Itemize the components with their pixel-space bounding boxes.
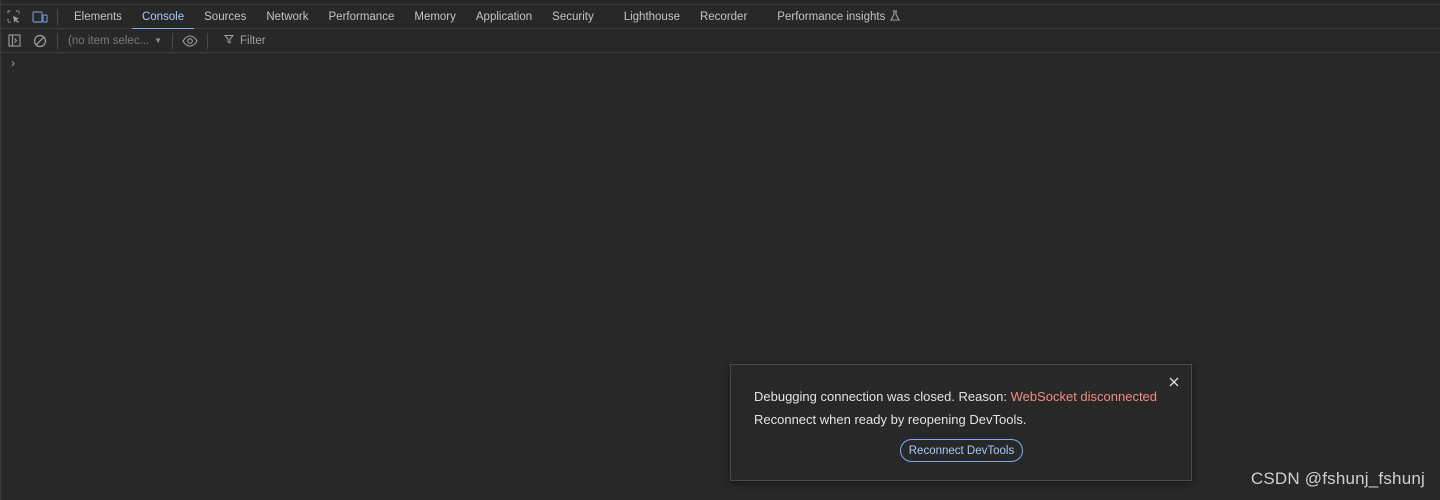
filter-box[interactable] bbox=[216, 31, 1216, 51]
tab-memory[interactable]: Memory bbox=[404, 5, 466, 29]
chevron-down-icon: ▼ bbox=[154, 36, 162, 45]
dialog-reason: WebSocket disconnected bbox=[1010, 389, 1158, 404]
sidebar-toggle-icon[interactable] bbox=[1, 30, 27, 52]
tab-label: Sources bbox=[204, 10, 247, 23]
context-select-value: (no item selec... bbox=[68, 34, 150, 47]
tab-label: Console bbox=[141, 10, 185, 23]
toolbar-separator bbox=[172, 32, 173, 49]
dialog-message-line2: Reconnect when ready by reopening DevToo… bbox=[754, 412, 1027, 427]
device-toolbar-icon[interactable] bbox=[27, 5, 53, 29]
tab-label: Lighthouse bbox=[623, 10, 680, 23]
tab-label: Security bbox=[552, 10, 594, 23]
dialog-message-prefix: Debugging connection was closed. Reason: bbox=[754, 389, 1011, 404]
tab-console[interactable]: Console bbox=[131, 5, 195, 30]
flask-icon bbox=[890, 9, 901, 24]
inspect-element-icon[interactable] bbox=[1, 5, 27, 29]
tab-application[interactable]: Application bbox=[466, 5, 542, 29]
filter-icon bbox=[223, 34, 235, 47]
filter-input[interactable] bbox=[240, 34, 1140, 47]
toolbar-separator bbox=[57, 32, 58, 49]
tab-recorder[interactable]: Recorder bbox=[690, 5, 757, 29]
tab-network[interactable]: Network bbox=[256, 5, 318, 29]
clear-console-icon[interactable] bbox=[27, 30, 53, 52]
tab-label: Memory bbox=[414, 10, 456, 23]
devtools-window: Elements Console Sources Network Perform… bbox=[0, 0, 1440, 500]
connection-closed-dialog: Debugging connection was closed. Reason:… bbox=[730, 364, 1192, 481]
console-prompt[interactable]: › bbox=[11, 56, 15, 70]
tab-sources[interactable]: Sources bbox=[194, 5, 256, 29]
reconnect-devtools-button[interactable]: Reconnect DevTools bbox=[900, 439, 1023, 462]
console-toolbar: (no item selec... ▼ bbox=[1, 29, 1440, 53]
tab-lighthouse[interactable]: Lighthouse bbox=[614, 5, 690, 29]
tab-bar-separator bbox=[57, 8, 58, 25]
tab-performance[interactable]: Performance bbox=[319, 5, 405, 29]
tab-label: Elements bbox=[74, 10, 122, 23]
tab-performance-insights[interactable]: Performance insights bbox=[767, 5, 910, 29]
tab-label: Recorder bbox=[699, 10, 748, 23]
tab-elements[interactable]: Elements bbox=[64, 5, 132, 29]
tab-label: Performance insights bbox=[777, 10, 886, 23]
execution-context-select[interactable]: (no item selec... ▼ bbox=[62, 31, 168, 51]
close-icon[interactable] bbox=[1167, 375, 1181, 389]
tab-label: Application bbox=[475, 10, 533, 23]
tab-label: Performance bbox=[328, 10, 395, 23]
watermark: CSDN @fshunj_fshunj bbox=[1250, 469, 1425, 488]
tab-security[interactable]: Security bbox=[542, 5, 604, 29]
devtools-tab-bar: Elements Console Sources Network Perform… bbox=[1, 4, 1440, 30]
eye-icon[interactable] bbox=[177, 30, 203, 52]
tab-label: Network bbox=[266, 10, 309, 23]
toolbar-separator bbox=[207, 32, 208, 49]
dialog-message: Debugging connection was closed. Reason:… bbox=[754, 389, 1191, 405]
